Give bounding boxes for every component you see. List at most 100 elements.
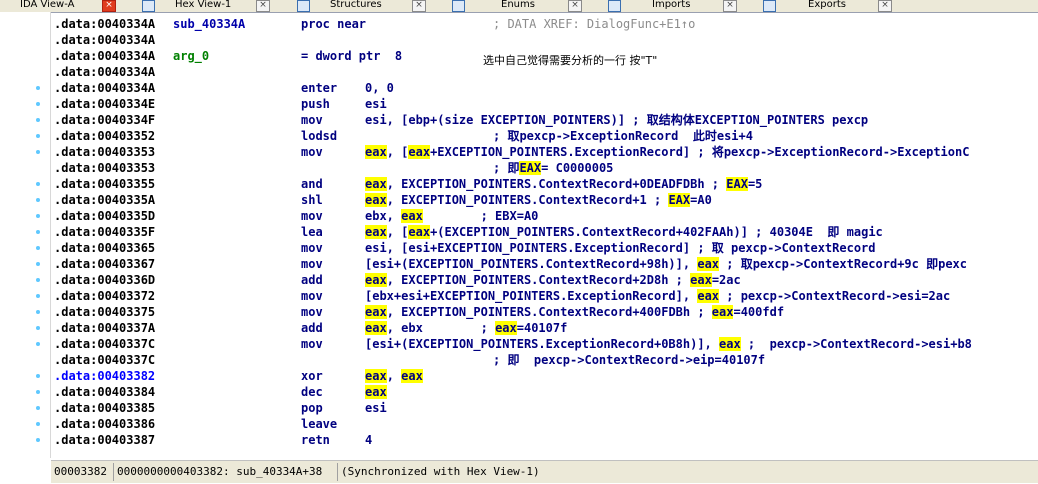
register-highlight[interactable]: eax <box>719 337 741 351</box>
line-address[interactable]: .data:00403372 <box>54 288 155 304</box>
tab-exports-close-icon[interactable]: × <box>878 0 892 12</box>
arrows-gutter[interactable] <box>0 12 51 458</box>
register-highlight[interactable]: eax <box>408 225 431 239</box>
breakpoint-dot-icon[interactable] <box>36 342 40 346</box>
register-highlight[interactable]: eax <box>495 321 517 335</box>
line-comment[interactable]: ; DATA XREF: DialogFunc+E1↑o <box>493 16 695 32</box>
line-operands[interactable]: esi, [ebp+(size EXCEPTION_POINTERS)] ; 取… <box>365 112 868 128</box>
breakpoint-dot-icon[interactable] <box>36 150 40 154</box>
line-mnemonic[interactable]: shl <box>301 192 323 208</box>
listing-line[interactable]: .data:00403353 ; 即EAX= C0000005 <box>51 160 1038 176</box>
line-mnemonic[interactable]: lodsd <box>301 128 337 144</box>
line-address[interactable]: .data:00403352 <box>54 128 155 144</box>
register-highlight[interactable]: eax <box>711 305 734 319</box>
register-highlight[interactable]: eax <box>365 305 387 319</box>
line-address[interactable]: .data:0040337C <box>54 352 155 368</box>
line-mnemonic[interactable]: add <box>301 320 323 336</box>
tab-ida-view-a[interactable]: IDA View-A <box>20 0 74 12</box>
line-operands[interactable]: eax, EXCEPTION_POINTERS.ContextRecord+1 … <box>365 192 712 208</box>
line-address[interactable]: .data:0040335D <box>54 208 155 224</box>
line-operands[interactable]: 4 <box>365 432 372 448</box>
line-mnemonic[interactable]: mov <box>301 208 323 224</box>
line-address[interactable]: .data:00403375 <box>54 304 155 320</box>
listing-line[interactable]: .data:0040337C mov [esi+(EXCEPTION_POINTER… <box>51 336 1038 352</box>
line-mnemonic[interactable]: and <box>301 176 323 192</box>
line-operands[interactable]: eax, [eax+EXCEPTION_POINTERS.ExceptionRe… <box>365 144 969 160</box>
line-mnemonic[interactable]: dec <box>301 384 323 400</box>
register-highlight[interactable]: eax <box>697 257 720 271</box>
listing-line[interactable]: .data:0040337C ; 即 pexcp->ContextRecord->… <box>51 352 1038 368</box>
listing-line[interactable]: .data:00403386 leave <box>51 416 1038 432</box>
breakpoint-dot-icon[interactable] <box>36 326 40 330</box>
line-address[interactable]: .data:00403355 <box>54 176 155 192</box>
line-operands[interactable]: eax, ebx ; eax=40107f <box>365 320 567 336</box>
line-mnemonic[interactable]: add <box>301 272 323 288</box>
listing-line[interactable]: .data:0040335F lea eax, [eax+(EXCEPTION_PO… <box>51 224 1038 240</box>
line-address[interactable]: .data:0040334A <box>54 64 155 80</box>
line-mnemonic[interactable]: pop <box>301 400 323 416</box>
line-comment[interactable]: ; 即 pexcp->ContextRecord->eip=40107f <box>493 352 765 368</box>
listing-line[interactable]: .data:0040337A add eax, ebx ; eax=40107f <box>51 320 1038 336</box>
register-highlight[interactable]: eax <box>365 385 387 399</box>
breakpoint-dot-icon[interactable] <box>36 230 40 234</box>
listing-line[interactable]: .data:0040334A sub_40334A proc near ; DATA … <box>51 16 1038 32</box>
tab-enums[interactable]: Enums <box>501 0 535 12</box>
line-operands[interactable]: [esi+(EXCEPTION_POINTERS.ContextRecord+9… <box>365 256 967 272</box>
line-mnemonic[interactable]: retn <box>301 432 330 448</box>
listing-line[interactable]: .data:00403352 lodsd ; 取pexcp->ExceptionRe… <box>51 128 1038 144</box>
line-address[interactable]: .data:0040334F <box>54 112 155 128</box>
listing-line[interactable]: .data:00403387 retn 4 <box>51 432 1038 448</box>
line-mnemonic[interactable]: proc near <box>301 16 366 32</box>
breakpoint-dot-icon[interactable] <box>36 310 40 314</box>
tab-hex-view-1-close-icon[interactable]: × <box>256 0 270 12</box>
listing-line[interactable]: .data:00403385 pop esi <box>51 400 1038 416</box>
line-operands[interactable]: esi, [esi+EXCEPTION_POINTERS.ExceptionRe… <box>365 240 876 256</box>
line-address[interactable]: .data:00403367 <box>54 256 155 272</box>
breakpoint-dot-icon[interactable] <box>36 214 40 218</box>
register-highlight[interactable]: eax <box>690 273 712 287</box>
breakpoint-dot-icon[interactable] <box>36 390 40 394</box>
line-address[interactable]: .data:0040337C <box>54 336 155 352</box>
breakpoint-dot-icon[interactable] <box>36 102 40 106</box>
listing-line[interactable]: .data:0040335A shl eax, EXCEPTION_POINTERS… <box>51 192 1038 208</box>
listing-line[interactable]: .data:00403375 mov eax, EXCEPTION_POINTERS… <box>51 304 1038 320</box>
listing-line[interactable]: .data:0040334A <box>51 32 1038 48</box>
tab-structures-close-icon[interactable]: × <box>412 0 426 12</box>
tab-enums-close-icon[interactable]: × <box>568 0 582 12</box>
tab-imports[interactable]: Imports <box>652 0 690 12</box>
tab-ida-view-a-close-icon[interactable]: × <box>102 0 116 12</box>
line-address[interactable]: .data:0040337A <box>54 320 155 336</box>
listing-line[interactable]: .data:00403365 mov esi, [esi+EXCEPTION_POI… <box>51 240 1038 256</box>
line-mnemonic[interactable]: enter <box>301 80 337 96</box>
listing-line[interactable]: .data:00403367 mov [esi+(EXCEPTION_POINTER… <box>51 256 1038 272</box>
line-label[interactable]: arg_0 <box>173 48 209 64</box>
line-operands[interactable]: [esi+(EXCEPTION_POINTERS.ExceptionRecord… <box>365 336 972 352</box>
register-highlight[interactable]: eax <box>365 273 387 287</box>
tab-hex-view-1[interactable]: Hex View-1 <box>175 0 231 12</box>
tab-exports[interactable]: Exports <box>808 0 846 12</box>
line-operands[interactable]: eax, eax <box>365 368 423 384</box>
register-highlight[interactable]: EAX <box>726 177 748 191</box>
line-mnemonic[interactable]: mov <box>301 256 323 272</box>
breakpoint-dot-icon[interactable] <box>36 118 40 122</box>
line-address[interactable]: .data:00403353 <box>54 144 155 160</box>
listing-line[interactable]: .data:00403353 mov eax, [eax+EXCEPTION_POI… <box>51 144 1038 160</box>
breakpoint-dot-icon[interactable] <box>36 374 40 378</box>
line-address[interactable]: .data:0040335F <box>54 224 155 240</box>
line-operands[interactable]: eax <box>365 384 387 400</box>
listing-line[interactable]: .data:0040334F mov esi, [ebp+(size EXCEPTI… <box>51 112 1038 128</box>
line-label[interactable]: sub_40334A <box>173 16 245 32</box>
line-mnemonic[interactable]: mov <box>301 240 323 256</box>
register-highlight[interactable]: eax <box>365 321 387 335</box>
line-operands[interactable]: eax, EXCEPTION_POINTERS.ContextRecord+2D… <box>365 272 741 288</box>
line-mnemonic[interactable]: mov <box>301 288 323 304</box>
line-address[interactable]: .data:0040334A <box>54 32 155 48</box>
breakpoint-dot-icon[interactable] <box>36 438 40 442</box>
line-mnemonic[interactable]: mov <box>301 144 323 160</box>
tab-imports-close-icon[interactable]: × <box>723 0 737 12</box>
register-highlight[interactable]: eax <box>365 177 387 191</box>
breakpoint-dot-icon[interactable] <box>36 278 40 282</box>
disassembly-listing[interactable]: .data:0040334A sub_40334A proc near ; DATA … <box>51 12 1038 458</box>
listing-line[interactable]: .data:0040336D add eax, EXCEPTION_POINTERS… <box>51 272 1038 288</box>
register-highlight[interactable]: eax <box>408 145 431 159</box>
